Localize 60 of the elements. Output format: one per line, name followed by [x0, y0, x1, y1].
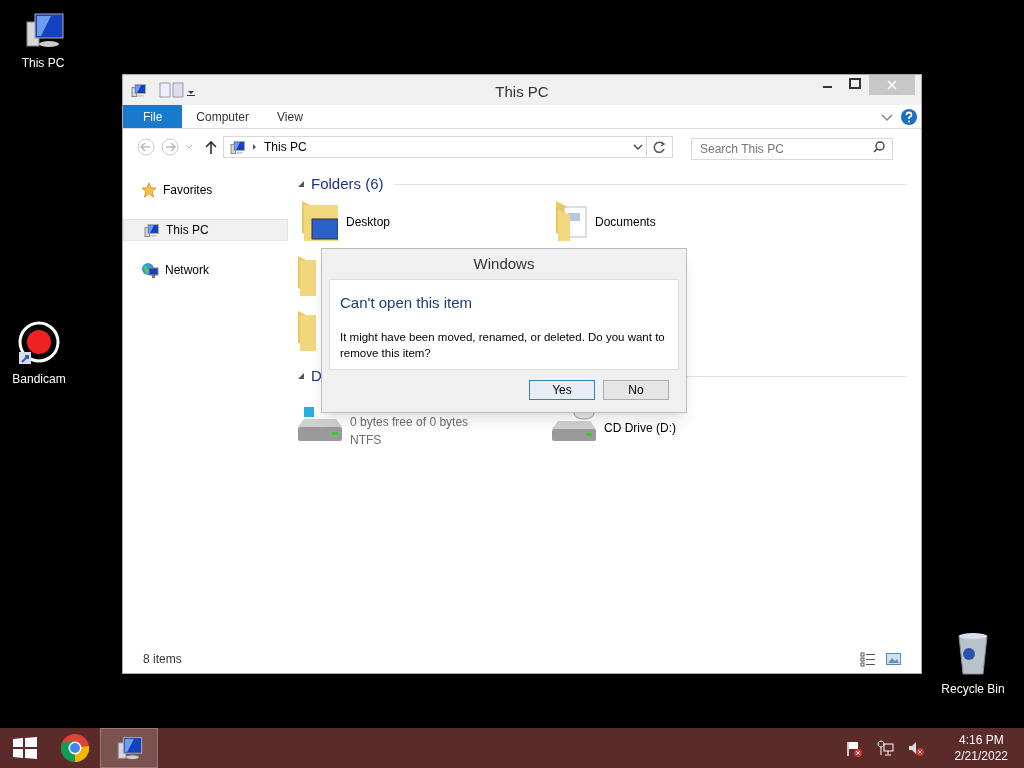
- clock-time[interactable]: 4:16 PM: [958, 732, 1004, 748]
- dialog-heading: Can't open this item: [340, 293, 474, 313]
- close-icon: [887, 80, 897, 90]
- folder-icon: [556, 201, 587, 241]
- dialog-button[interactable]: Yes: [529, 380, 595, 400]
- help-icon: [901, 108, 917, 125]
- item-label[interactable]: Desktop: [346, 213, 391, 231]
- nav-item[interactable]: Favorites: [123, 179, 288, 201]
- computer-icon: [142, 222, 160, 238]
- window-title: This PC: [495, 82, 549, 102]
- ribbon-tab[interactable]: File: [123, 105, 183, 128]
- collapse-icon: [298, 372, 305, 380]
- windows-logo-icon: [13, 737, 37, 759]
- nav-item[interactable]: Network: [123, 259, 288, 281]
- network-icon: [141, 261, 159, 279]
- back-icon: [137, 138, 155, 156]
- item-label[interactable]: CD Drive (D:): [604, 419, 676, 437]
- network-icon: [876, 739, 894, 757]
- desktop-icon-label[interactable]: Bandicam: [12, 370, 66, 388]
- refresh-icon: [653, 140, 666, 154]
- expand-ribbon-icon: [881, 111, 893, 122]
- forward-icon: [161, 138, 179, 156]
- star-icon: [141, 182, 157, 198]
- folder-icon: [302, 201, 338, 241]
- computer-icon: [129, 82, 147, 98]
- group-header[interactable]: D: [311, 364, 322, 388]
- up-icon: [205, 139, 217, 155]
- item-label[interactable]: Documents: [595, 213, 656, 231]
- quick-access-toolbar-icon: [157, 81, 197, 99]
- chevron-icon: [252, 143, 258, 151]
- status-text: 8 items: [143, 651, 182, 668]
- details-view-icon: [860, 651, 876, 667]
- taskbar-button[interactable]: [100, 728, 158, 768]
- search-field[interactable]: Search This PC: [691, 138, 893, 160]
- computer-icon: [228, 139, 246, 155]
- clock-date[interactable]: 2/21/2022: [954, 748, 1008, 764]
- flag-icon: [845, 739, 863, 757]
- item-detail: 0 bytes free of 0 bytes: [350, 414, 469, 431]
- ribbon-tab[interactable]: Computer: [182, 105, 264, 128]
- desktop-icon-label[interactable]: This PC: [21, 54, 65, 72]
- recent-locations-icon: [185, 144, 193, 150]
- address-bar[interactable]: This PC: [223, 136, 673, 158]
- group-header[interactable]: Folders (6): [311, 172, 384, 196]
- dialog-message: It might have been moved, renamed, or deleted. Do you want to remove this item?: [340, 329, 666, 361]
- address-text: This PC: [264, 139, 307, 156]
- search-icon: [873, 141, 885, 153]
- record-icon: [17, 320, 61, 366]
- large-icons-view-icon: [886, 652, 901, 666]
- browser-icon: [60, 733, 90, 763]
- item-detail: NTFS: [350, 432, 383, 449]
- folder-icon: [298, 311, 316, 351]
- desktop-icon-label[interactable]: Recycle Bin: [941, 680, 1005, 698]
- dialog-title: Windows: [473, 253, 535, 274]
- collapse-icon: [298, 180, 305, 188]
- dialog-button[interactable]: No: [603, 380, 669, 400]
- hard-drive-icon: [298, 407, 342, 441]
- minimize-icon: [823, 86, 832, 88]
- nav-item[interactable]: This PC: [123, 219, 288, 241]
- ribbon-tab[interactable]: View: [263, 105, 317, 128]
- folder-icon: [298, 256, 316, 296]
